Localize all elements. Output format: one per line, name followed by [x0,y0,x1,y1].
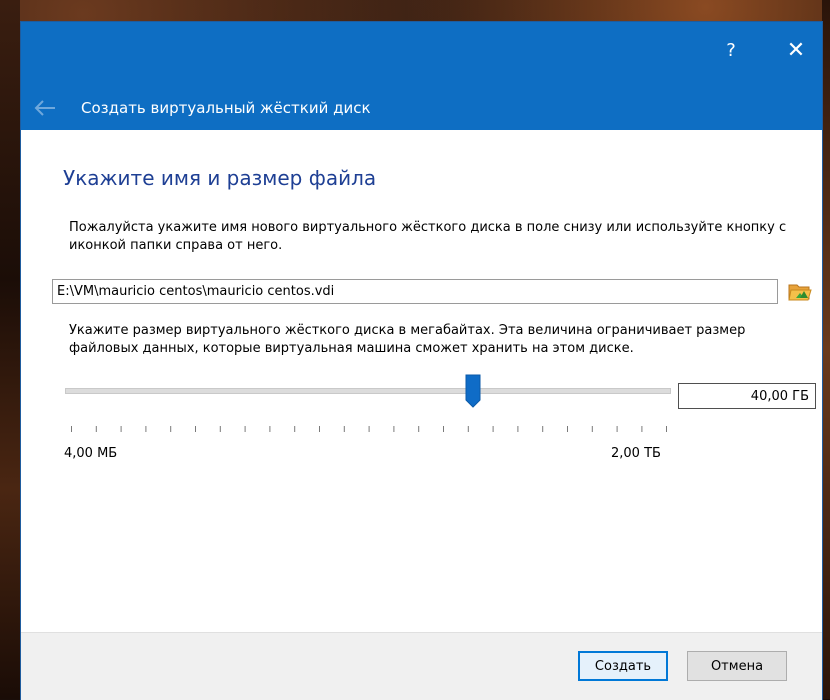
disk-size-slider[interactable] [65,388,671,394]
dialog-title: Создать виртуальный жёсткий диск [81,99,371,117]
disk-size-input[interactable] [678,383,816,409]
desktop-background-left [0,0,20,699]
dialog-header: ? ✕ Создать виртуальный жёсткий диск [21,22,822,130]
folder-open-icon[interactable] [787,279,813,303]
disk-size-slider-handle[interactable] [465,374,481,408]
slider-max-label: 2,00 ТБ [611,446,661,461]
slider-min-label: 4,00 МБ [64,446,118,461]
close-button[interactable]: ✕ [778,36,814,66]
slider-ticks [71,426,667,432]
file-location-instructions: Пожалуйста укажите имя нового виртуально… [69,220,787,253]
desktop-background-right [822,0,830,699]
create-button[interactable]: Создать [578,651,668,681]
dialog-footer: Создать Отмена [21,632,822,700]
back-arrow-icon[interactable] [33,98,57,118]
create-virtual-disk-dialog: ? ✕ Создать виртуальный жёсткий диск Ука… [21,22,822,700]
file-path-input[interactable] [52,279,778,304]
size-instructions: Укажите размер виртуального жёсткого дис… [69,323,746,356]
cancel-button[interactable]: Отмена [687,651,787,681]
page-heading: Укажите имя и размер файла [63,166,377,190]
help-button[interactable]: ? [713,36,749,66]
